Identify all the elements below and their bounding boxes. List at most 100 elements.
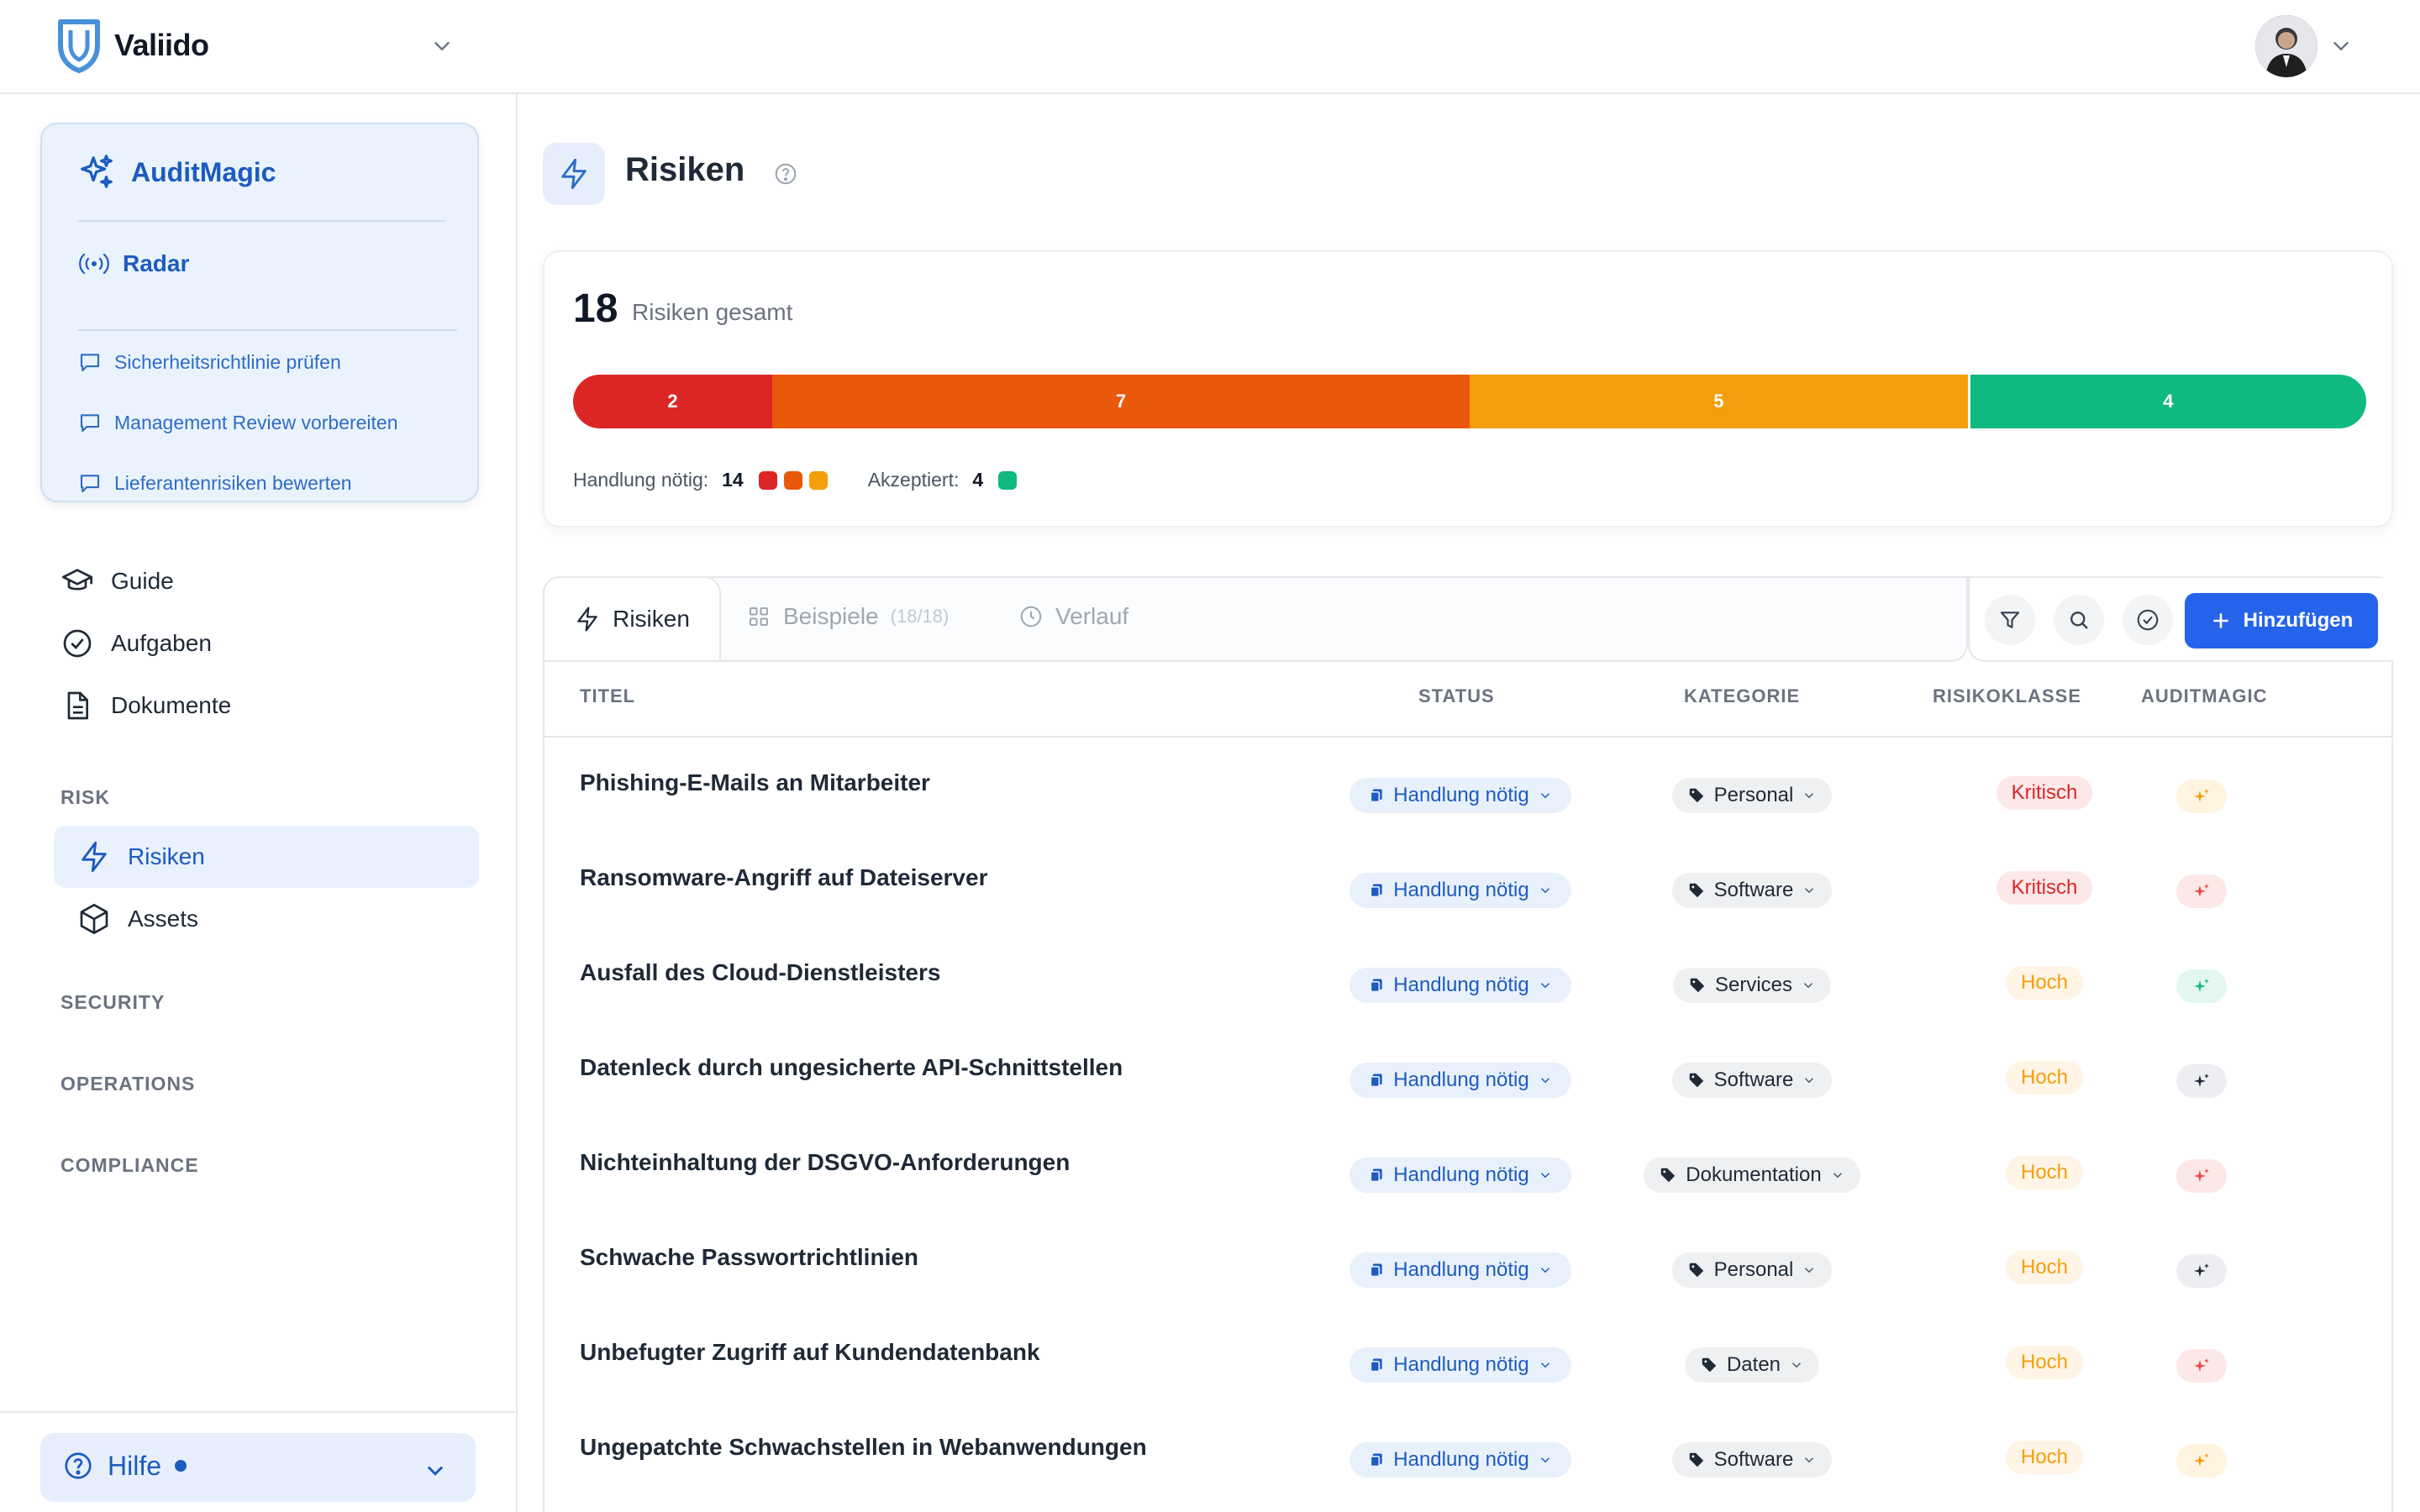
section-heading-operations[interactable]: OPERATIONS: [60, 1073, 195, 1095]
tab-risks[interactable]: Risiken: [543, 576, 721, 660]
column-header-category[interactable]: KATEGORIE: [1684, 685, 1800, 707]
clipboard-icon: [1370, 1358, 1382, 1373]
page-icon: [543, 143, 605, 205]
risk-class-cell: Hoch: [1948, 1251, 2141, 1284]
risk-title[interactable]: Nichteinhaltung der DSGVO-Anforderungen: [580, 1149, 1070, 1176]
section-heading-security[interactable]: SECURITY: [60, 991, 165, 1014]
chat-item-label: Lieferantenrisiken bewerten: [114, 471, 352, 494]
risk-title[interactable]: Ransomware-Angriff auf Dateiserver: [580, 864, 987, 891]
category-dropdown[interactable]: Software: [1671, 1442, 1833, 1478]
sidebar-item-risks[interactable]: Risiken: [77, 840, 205, 874]
status-dropdown[interactable]: Handlung nötig: [1349, 1442, 1571, 1478]
tag-icon: [1689, 1452, 1703, 1467]
auditmagic-button[interactable]: [2176, 874, 2227, 908]
category-dropdown[interactable]: Dokumentation: [1644, 1158, 1860, 1193]
add-risk-button[interactable]: Hinzufügen: [2185, 593, 2378, 648]
status-dropdown[interactable]: Handlung nötig: [1349, 873, 1571, 908]
status-dropdown[interactable]: Handlung nötig: [1349, 1158, 1571, 1193]
column-header-auditmagic[interactable]: AUDITMAGIC: [2141, 685, 2268, 707]
category-label: Daten: [1726, 1353, 1781, 1376]
risk-title[interactable]: Ausfall des Cloud-Dienstleisters: [580, 959, 940, 986]
auditmagic-button[interactable]: [2176, 1159, 2227, 1193]
category-dropdown[interactable]: Software: [1671, 1063, 1833, 1098]
chat-bubble-icon: [80, 354, 100, 372]
risk-segment-medium[interactable]: 5: [1469, 375, 1968, 428]
table-row[interactable]: Nichteinhaltung der DSGVO-Anforderungen H…: [544, 1126, 2393, 1221]
risk-segment-accepted[interactable]: 4: [1967, 375, 2366, 428]
search-button[interactable]: [2054, 595, 2104, 645]
risk-title[interactable]: Schwache Passwortrichtlinien: [580, 1244, 918, 1271]
auditmagic-header[interactable]: AuditMagic: [77, 153, 276, 192]
page-title: Risiken: [625, 151, 745, 188]
risk-title[interactable]: Ungepatchte Schwachstellen in Webanwendu…: [580, 1434, 1147, 1461]
column-header-title[interactable]: TITEL: [580, 685, 635, 707]
clipboard-icon: [1370, 1453, 1382, 1467]
status-dropdown[interactable]: Handlung nötig: [1349, 778, 1571, 813]
lightning-icon: [82, 841, 107, 873]
auditmagic-button[interactable]: [2176, 780, 2227, 813]
status-dropdown[interactable]: Handlung nötig: [1349, 1063, 1571, 1098]
sparkles-icon: [2194, 884, 2209, 897]
auditmagic-button[interactable]: [2176, 1349, 2227, 1383]
status-dropdown[interactable]: Handlung nötig: [1349, 1252, 1571, 1288]
tab-examples[interactable]: Beispiele (18/18): [746, 603, 949, 630]
chat-item-label: Management Review vorbereiten: [114, 411, 398, 433]
brand-logo[interactable]: Valiido: [55, 17, 209, 74]
status-dropdown[interactable]: Handlung nötig: [1349, 1347, 1571, 1383]
auditmagic-button[interactable]: [2176, 969, 2227, 1003]
table-row[interactable]: Schwache Passwortrichtlinien Handlung nöt…: [544, 1221, 2393, 1315]
auditmagic-button[interactable]: [2176, 1064, 2227, 1098]
help-button[interactable]: Hilfe: [40, 1433, 476, 1502]
category-cell: Daten: [1571, 1347, 1933, 1383]
table-row[interactable]: Unbefugter Zugriff auf Kundendatenbank Ha…: [544, 1315, 2393, 1410]
category-dropdown[interactable]: Personal: [1671, 778, 1833, 813]
accepted-count: 4: [972, 469, 984, 491]
risk-class-cell: Hoch: [1948, 966, 2141, 1000]
tab-label: Beispiele: [783, 603, 879, 629]
sidebar-item-tasks[interactable]: Aufgaben: [60, 627, 212, 660]
sidebar-item-guide[interactable]: Guide: [60, 564, 174, 598]
user-menu-chevron-icon[interactable]: [2329, 34, 2353, 57]
sidebar-item-assets[interactable]: Assets: [77, 902, 198, 936]
clipboard-icon: [1370, 1074, 1382, 1088]
category-dropdown[interactable]: Daten: [1684, 1347, 1820, 1383]
table-row[interactable]: Ausfall des Cloud-Dienstleisters Handlung…: [544, 936, 2393, 1031]
sidebar-item-label: Guide: [111, 568, 174, 594]
table-row[interactable]: Ungepatchte Schwachstellen in Webanwendu…: [544, 1410, 2393, 1505]
status-dropdown[interactable]: Handlung nötig: [1349, 968, 1571, 1003]
category-dropdown[interactable]: Software: [1671, 873, 1833, 908]
risk-title[interactable]: Unbefugter Zugriff auf Kundendatenbank: [580, 1339, 1040, 1366]
chevron-down-icon: [1540, 888, 1549, 894]
filter-button[interactable]: [1985, 595, 2035, 645]
chat-item[interactable]: Lieferantenrisiken bewerten: [77, 470, 352, 496]
category-dropdown[interactable]: Personal: [1671, 1252, 1833, 1288]
risk-segment-critical[interactable]: 2: [573, 375, 773, 428]
sparkles-icon: [2194, 1074, 2209, 1087]
risk-title[interactable]: Phishing-E-Mails an Mitarbeiter: [580, 769, 930, 796]
chat-item[interactable]: Sicherheitsrichtlinie prüfen: [77, 349, 341, 375]
table-row[interactable]: Phishing-E-Mails an Mitarbeiter Handlung …: [544, 746, 2393, 841]
radar-link[interactable]: Radar: [77, 250, 189, 277]
risk-title[interactable]: Datenleck durch ungesicherte API-Schnitt…: [580, 1054, 1123, 1081]
risk-segment-high[interactable]: 7: [772, 375, 1470, 428]
category-dropdown[interactable]: Services: [1672, 968, 1832, 1003]
user-avatar[interactable]: [2255, 15, 2317, 77]
table-row[interactable]: Ransomware-Angriff auf Dateiserver Handlu…: [544, 841, 2393, 936]
column-header-risk-class[interactable]: RISIKOKLASSE: [1933, 685, 2081, 707]
chat-bubble-icon: [80, 414, 100, 433]
tab-history[interactable]: Verlauf: [1018, 603, 1128, 630]
sidebar-item-documents[interactable]: Dokumente: [60, 689, 231, 722]
risk-class-cell: Hoch: [1948, 1346, 2141, 1379]
chevron-down-icon: [1805, 1457, 1814, 1463]
auditmagic-button[interactable]: [2176, 1254, 2227, 1288]
auditmagic-button[interactable]: [2176, 1444, 2227, 1478]
accepted-label: Akzeptiert:: [867, 469, 960, 491]
chat-item[interactable]: Management Review vorbereiten: [77, 410, 398, 435]
select-button[interactable]: [2123, 595, 2173, 645]
risk-class-cell: Hoch: [1948, 1441, 2141, 1474]
help-circle-icon[interactable]: [773, 161, 798, 186]
table-row[interactable]: Datenleck durch ungesicherte API-Schnitt…: [544, 1031, 2393, 1126]
column-header-status[interactable]: STATUS: [1418, 685, 1495, 707]
section-heading-compliance[interactable]: COMPLIANCE: [60, 1154, 199, 1177]
org-switcher-chevron-icon[interactable]: [430, 34, 454, 57]
